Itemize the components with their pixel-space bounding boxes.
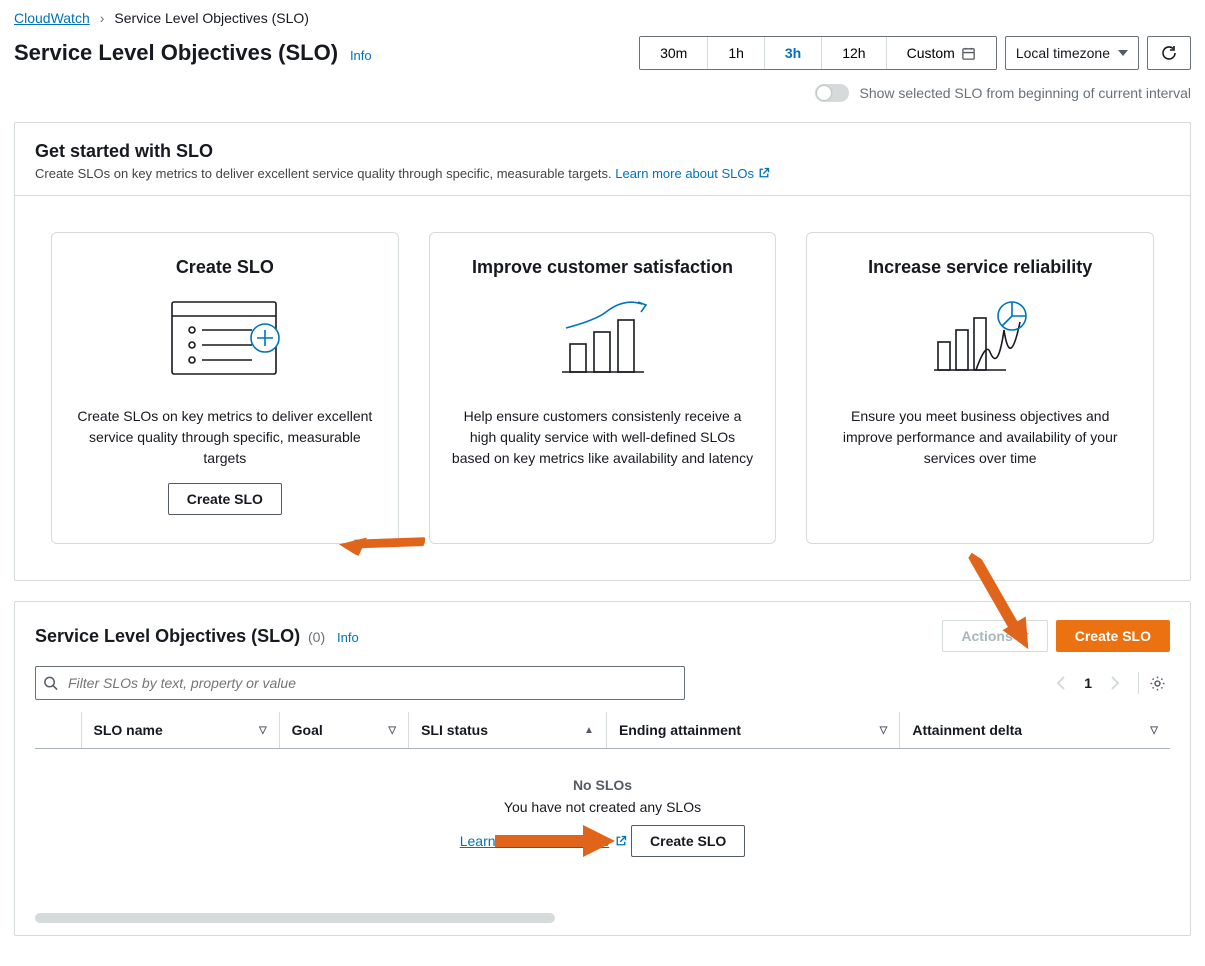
refresh-icon <box>1161 45 1177 61</box>
getstarted-learn-label: Learn more about SLOs <box>615 166 754 181</box>
caret-down-icon <box>1019 633 1029 639</box>
bar-trend-icon <box>558 298 648 378</box>
getstarted-learn-link[interactable]: Learn more about SLOs <box>615 166 769 181</box>
card-body: Create SLOs on key metrics to deliver ex… <box>72 406 378 469</box>
calendar-icon <box>961 46 976 61</box>
info-link[interactable]: Info <box>350 48 372 63</box>
actions-label: Actions <box>961 628 1012 644</box>
toggle-row: Show selected SLO from beginning of curr… <box>14 84 1191 102</box>
empty-state: No SLOs You have not created any SLOs Le… <box>35 749 1170 885</box>
breadcrumb: CloudWatch › Service Level Objectives (S… <box>14 10 1191 26</box>
empty-learn-link[interactable]: Learn more about SLOs <box>460 833 627 849</box>
time-range-3h[interactable]: 3h <box>765 37 822 69</box>
card-increase-reliability: Increase service reliability Ensure you … <box>806 232 1154 544</box>
pager-current: 1 <box>1076 675 1100 691</box>
card-create-slo: Create SLO Create SLOs on key metrics to… <box>51 232 399 544</box>
filter-input[interactable] <box>35 666 685 700</box>
time-controls: 30m 1h 3h 12h Custom Local timezone <box>639 36 1191 70</box>
card-title: Increase service reliability <box>868 257 1092 278</box>
external-link-icon <box>758 167 770 181</box>
list-title: Service Level Objectives (SLO) <box>35 626 300 646</box>
sort-caret-icon: ▽ <box>259 725 267 736</box>
col-label: SLI status <box>421 722 488 738</box>
gear-icon <box>1149 675 1166 692</box>
breadcrumb-root[interactable]: CloudWatch <box>14 10 90 26</box>
time-range-custom[interactable]: Custom <box>887 37 996 69</box>
caret-down-icon <box>1118 50 1128 56</box>
pager-prev[interactable] <box>1052 672 1070 694</box>
slo-table: SLO name ▽ Goal ▽ SLI status ▲ Ending attai… <box>35 712 1170 749</box>
breadcrumb-current: Service Level Objectives (SLO) <box>114 10 309 26</box>
time-range-picker: 30m 1h 3h 12h Custom <box>639 36 997 70</box>
toggle-label: Show selected SLO from beginning of curr… <box>859 85 1191 101</box>
getstarted-title: Get started with SLO <box>35 141 1170 162</box>
empty-learn-label: Learn more about SLOs <box>460 833 609 849</box>
card-body: Help ensure customers consistenly receiv… <box>450 406 756 469</box>
list-add-icon <box>170 298 280 378</box>
analytics-icon <box>930 298 1030 378</box>
show-from-beginning-toggle[interactable] <box>815 84 849 102</box>
time-range-30m[interactable]: 30m <box>640 37 708 69</box>
sort-caret-icon: ▽ <box>1150 725 1158 736</box>
empty-title: No SLOs <box>35 777 1170 793</box>
chevron-left-icon <box>1056 676 1066 690</box>
col-label: Goal <box>292 722 323 738</box>
timezone-select[interactable]: Local timezone <box>1005 36 1139 70</box>
col-label: SLO name <box>94 722 163 738</box>
sort-caret-icon: ▽ <box>880 725 888 736</box>
annotation-arrow-icon <box>338 511 427 576</box>
external-link-icon <box>615 835 627 847</box>
col-attainment-delta[interactable]: Attainment delta ▽ <box>900 712 1170 749</box>
settings-button[interactable] <box>1145 671 1170 696</box>
col-label: Attainment delta <box>912 722 1022 738</box>
timezone-label: Local timezone <box>1016 45 1110 61</box>
card-improve-satisfaction: Improve customer satisfaction Help ensur… <box>429 232 777 544</box>
refresh-button[interactable] <box>1147 36 1191 70</box>
list-info-link[interactable]: Info <box>337 630 359 645</box>
col-slo-name[interactable]: SLO name ▽ <box>81 712 279 749</box>
chevron-right-icon <box>1110 676 1120 690</box>
pager-next[interactable] <box>1106 672 1124 694</box>
separator <box>1138 672 1139 694</box>
slo-list-panel: Service Level Objectives (SLO) (0) Info … <box>14 601 1191 936</box>
search-icon <box>43 676 58 691</box>
sort-caret-icon: ▽ <box>388 725 396 736</box>
col-label: Ending attainment <box>619 722 741 738</box>
card-title: Improve customer satisfaction <box>472 257 733 278</box>
horizontal-scrollbar[interactable] <box>35 913 555 923</box>
time-range-custom-label: Custom <box>907 45 955 61</box>
actions-button[interactable]: Actions <box>942 620 1047 652</box>
card-body: Ensure you meet business objectives and … <box>827 406 1133 469</box>
sort-asc-icon: ▲ <box>584 725 594 736</box>
list-count: (0) <box>308 629 325 645</box>
page-title: Service Level Objectives (SLO) <box>14 40 338 65</box>
card-title: Create SLO <box>176 257 274 278</box>
time-range-12h[interactable]: 12h <box>822 37 886 69</box>
chevron-right-icon: › <box>100 10 105 26</box>
empty-subtitle: You have not created any SLOs <box>35 799 1170 815</box>
page-header: Service Level Objectives (SLO) Info 30m … <box>14 36 1191 70</box>
col-select <box>35 712 81 749</box>
get-started-panel: Get started with SLO Create SLOs on key … <box>14 122 1191 581</box>
create-slo-button-empty[interactable]: Create SLO <box>631 825 745 857</box>
col-sli-status[interactable]: SLI status ▲ <box>409 712 607 749</box>
create-slo-button-primary[interactable]: Create SLO <box>1056 620 1170 652</box>
col-goal[interactable]: Goal ▽ <box>279 712 408 749</box>
create-slo-button-card[interactable]: Create SLO <box>168 483 282 515</box>
time-range-1h[interactable]: 1h <box>708 37 765 69</box>
col-ending-attainment[interactable]: Ending attainment ▽ <box>606 712 899 749</box>
getstarted-subtitle: Create SLOs on key metrics to deliver ex… <box>35 166 612 181</box>
